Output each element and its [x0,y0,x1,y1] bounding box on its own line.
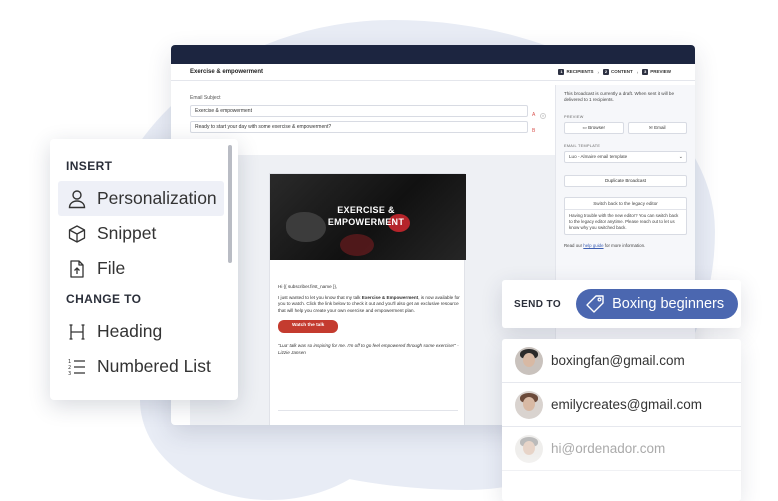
step-content[interactable]: 2 CONTENT [602,69,633,75]
help-note: Read our help guide for more information… [564,243,646,248]
avatar [515,390,543,419]
watch-talk-button[interactable]: Watch the talk [278,320,339,333]
template-select[interactable]: Luo - Almaire email template ⌄ [564,151,687,163]
email-subject-label: Email Subject [190,95,221,101]
draft-notice: This broadcast is currently a draft. Whe… [564,91,675,102]
file-upload-icon [66,258,88,280]
heading-icon [66,321,88,343]
insert-menu: INSERT Personalization Snippet File CHAN… [50,139,238,400]
step-preview[interactable]: 3 PREVIEW [642,69,671,75]
person-icon [66,188,88,210]
duplicate-broadcast-button[interactable]: Duplicate Broadcast [564,175,687,187]
preview-browser-button[interactable]: ▭ Browser [564,122,624,134]
send-to-panel: SEND TO Boxing beginners [502,280,741,328]
menu-item-numbered-list[interactable]: 123 Numbered List [50,349,238,384]
contact-row[interactable]: emilycreates@gmail.com [502,383,741,427]
send-to-label: SEND TO [514,298,562,310]
preview-email-button[interactable]: ✉ Email [627,122,687,134]
cube-icon [66,223,88,245]
subject-b-input[interactable]: Ready to start your day with some exerci… [190,121,528,133]
chevron-right-icon: › [636,69,639,75]
editor-header: Exercise & empowerment 1 RECIPIENTS › 2 CO… [171,64,695,81]
broadcast-title: Exercise & empowerment [190,69,264,75]
numbered-list-icon: 123 [66,356,88,378]
email-preview-card: EXERCISE & EMPOWERMENT Hi {{ subscriber.… [269,173,466,425]
avatar [515,346,543,375]
contact-email: boxingfan@gmail.com [551,353,685,368]
variant-b-badge: B [532,128,536,134]
email-greeting: Hi {{ subscriber.first_name }}, [278,284,338,289]
editor-top-bar [171,45,695,64]
step-breadcrumb: 1 RECIPIENTS › 2 CONTENT › 3 PREVIEW [558,69,671,75]
list-fade [502,453,741,501]
ab-test-badges: A B [532,107,535,139]
template-label: EMAIL TEMPLATE [564,144,601,148]
menu-item-heading[interactable]: Heading [50,314,238,349]
testimonial-quote: "Lua' talk was so inspiring for me. I'm … [278,342,459,355]
email-body[interactable]: Hi {{ subscriber.first_name }}, I just w… [278,284,460,360]
contact-email: emilycreates@gmail.com [551,397,702,412]
divider [278,410,458,411]
remove-variant-icon[interactable]: × [540,113,546,119]
email-subject-section: Email Subject Exercise & empowerment Rea… [190,95,546,139]
menu-scrollbar[interactable] [228,145,232,263]
preview-label: PREVIEW [564,115,584,119]
subject-a-input[interactable]: Exercise & empowerment [190,105,528,117]
menu-item-file[interactable]: File [50,251,238,286]
legacy-editor-text: Having trouble with the new editor? You … [569,213,679,230]
svg-text:3: 3 [68,371,71,377]
menu-item-personalization[interactable]: Personalization [58,181,224,216]
help-guide-link[interactable]: help guide [583,243,603,248]
preview-buttons: ▭ Browser ✉ Email [564,122,687,134]
hero-image[interactable]: EXERCISE & EMPOWERMENT [270,174,466,260]
menu-item-snippet[interactable]: Snippet [50,216,238,251]
change-to-heading: CHANGE TO [66,292,142,306]
contact-list: boxingfan@gmail.com emilycreates@gmail.c… [502,339,741,501]
chevron-down-icon: ⌄ [678,154,683,160]
variant-a-badge: A [532,112,536,118]
legacy-editor-button[interactable]: Switch back to the legacy editor [565,198,686,210]
insert-heading: INSERT [66,159,113,173]
email-paragraph: I just wanted to let you know that my ta… [278,294,460,313]
boxing-glove-shape [286,212,326,242]
boxing-glove-shape [340,234,374,256]
segment-tag[interactable]: Boxing beginners [576,289,739,319]
chevron-right-icon: › [597,69,599,75]
step-recipients[interactable]: 1 RECIPIENTS [558,69,593,75]
legacy-editor-box: Switch back to the legacy editor Having … [564,197,687,235]
contact-row[interactable]: boxingfan@gmail.com [502,339,741,383]
hero-title: EXERCISE & EMPOWERMENT [327,205,405,227]
tag-icon [584,293,606,315]
